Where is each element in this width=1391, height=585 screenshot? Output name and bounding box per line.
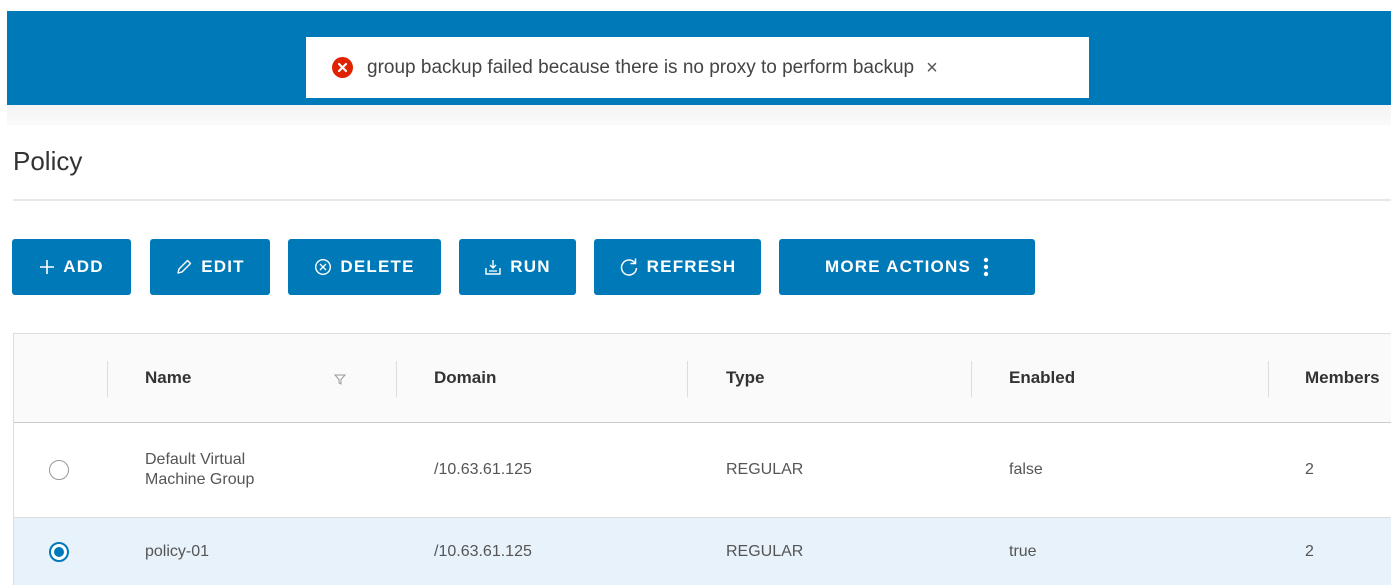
column-header-domain[interactable]: Domain [434,334,496,422]
error-icon [332,57,353,78]
edit-button[interactable]: EDIT [150,239,270,295]
pencil-icon [175,258,193,276]
refresh-icon [619,257,639,277]
row-select-radio[interactable] [49,460,69,480]
run-button-label: RUN [510,257,551,276]
cell-name: Default Virtual Machine Group [145,451,255,488]
cell-enabled: false [1009,461,1043,478]
more-actions-label: MORE ACTIONS [825,257,971,276]
notification-message: group backup failed because there is no … [367,56,915,78]
delete-button[interactable]: DELETE [288,239,441,295]
error-notification: group backup failed because there is no … [306,37,1089,98]
column-separator [396,361,397,397]
add-button-label: ADD [63,257,104,276]
column-header-type[interactable]: Type [726,334,764,422]
row-select-radio-checked[interactable] [49,542,69,562]
add-button[interactable]: ADD [12,239,131,295]
column-header-name[interactable]: Name [145,334,191,422]
column-separator [1268,361,1269,397]
circle-x-icon [314,258,332,276]
radio-dot [54,547,64,557]
close-icon[interactable]: × [926,58,938,78]
tray-run-icon [484,258,502,276]
table-row[interactable]: Default Virtual Machine Group /10.63.61.… [14,423,1391,518]
cell-type: REGULAR [726,461,804,478]
policy-table: Name Domain Type Enabled Members Default… [13,333,1391,585]
column-header-enabled[interactable]: Enabled [1009,334,1075,422]
cell-members: 2 [1305,461,1314,478]
column-separator [687,361,688,397]
filter-icon[interactable] [333,372,347,390]
cell-name: policy-01 [145,543,210,560]
cell-type: REGULAR [726,543,804,560]
cell-enabled: true [1009,543,1037,560]
title-divider [13,199,1391,201]
edit-button-label: EDIT [201,257,245,276]
cell-domain: /10.63.61.125 [434,543,532,560]
vertical-ellipsis-icon [983,256,989,278]
banner-shadow [7,105,1391,125]
column-separator [971,361,972,397]
page-title: Policy [13,146,83,176]
run-button[interactable]: RUN [459,239,576,295]
refresh-button-label: REFRESH [646,257,737,276]
table-row-selected[interactable]: policy-01 /10.63.61.125 REGULAR true 2 [14,518,1391,585]
plus-icon [39,259,55,275]
table-header: Name Domain Type Enabled Members [14,334,1391,423]
column-header-members[interactable]: Members [1305,334,1380,422]
delete-button-label: DELETE [340,257,415,276]
cell-members: 2 [1305,543,1314,560]
cell-domain: /10.63.61.125 [434,461,532,478]
more-actions-button[interactable]: MORE ACTIONS [779,239,1035,295]
column-separator [107,361,108,397]
refresh-button[interactable]: REFRESH [594,239,761,295]
